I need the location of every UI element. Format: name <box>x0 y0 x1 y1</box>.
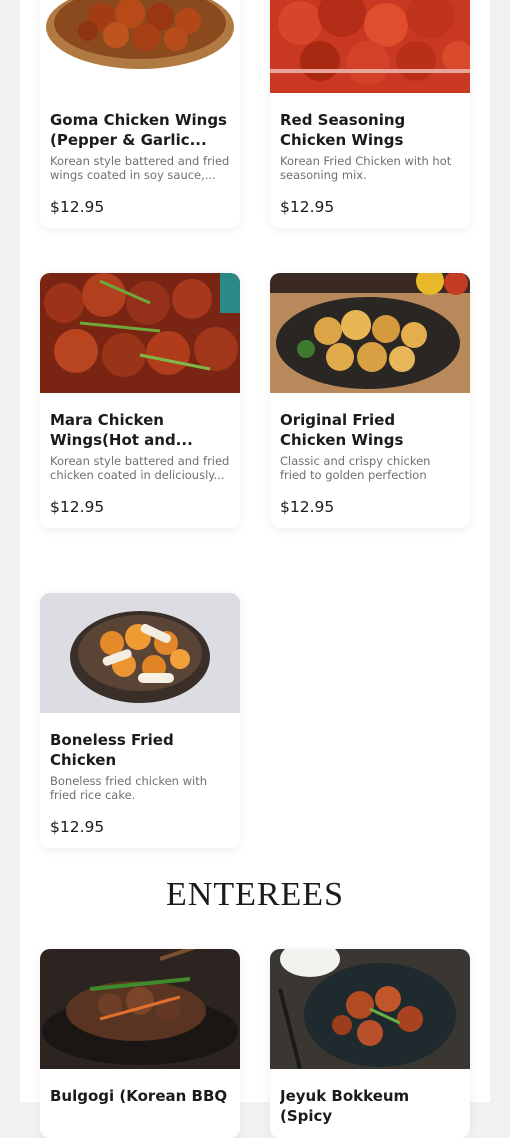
item-description: Korean style battered and fried chicken … <box>50 454 230 482</box>
item-price: $12.95 <box>280 498 335 516</box>
item-title: Boneless Fried Chicken <box>50 731 174 769</box>
food-image <box>40 949 240 1069</box>
item-title: Jeyuk Bokkeum (Spicy <box>280 1087 410 1125</box>
menu-item-card[interactable]: Jeyuk Bokkeum (Spicy <box>270 949 470 1138</box>
section-heading: ENTEREES <box>166 876 344 913</box>
item-price: $12.95 <box>50 198 105 216</box>
item-price: $12.95 <box>50 818 105 836</box>
menu-item-card[interactable]: Red Seasoning Chicken Wings Korean Fried… <box>270 0 470 228</box>
item-title: Red Seasoning Chicken Wings <box>280 111 406 149</box>
menu-item-card[interactable]: Mara Chicken Wings(Hot and... Korean sty… <box>40 273 240 528</box>
food-image <box>270 273 470 393</box>
item-price: $12.95 <box>50 498 105 516</box>
item-title: Bulgogi (Korean BBQ <box>50 1087 228 1105</box>
food-image <box>270 0 470 93</box>
item-description: Korean Fried Chicken with hot seasoning … <box>280 154 452 182</box>
item-title: Mara Chicken Wings(Hot and... <box>50 411 193 449</box>
menu-page: Goma Chicken Wings (Pepper & Garlic... K… <box>20 0 490 1138</box>
item-title: Goma Chicken Wings (Pepper & Garlic... <box>50 111 227 149</box>
menu-item-card[interactable]: Original Fried Chicken Wings Classic and… <box>270 273 470 528</box>
food-image <box>40 593 240 713</box>
item-description: Classic and crispy chicken fried to gold… <box>280 454 431 482</box>
food-image <box>40 273 240 393</box>
item-title: Original Fried Chicken Wings <box>280 411 404 449</box>
item-description: Boneless fried chicken with fried rice c… <box>50 774 207 802</box>
menu-item-card[interactable]: Bulgogi (Korean BBQ <box>40 949 240 1138</box>
menu-item-card[interactable]: Boneless Fried Chicken Boneless fried ch… <box>40 593 240 848</box>
menu-item-card[interactable]: Goma Chicken Wings (Pepper & Garlic... K… <box>40 0 240 228</box>
food-image <box>270 949 470 1069</box>
food-image <box>40 0 240 93</box>
item-description: Korean style battered and fried wings co… <box>50 154 230 182</box>
item-price: $12.95 <box>280 198 335 216</box>
